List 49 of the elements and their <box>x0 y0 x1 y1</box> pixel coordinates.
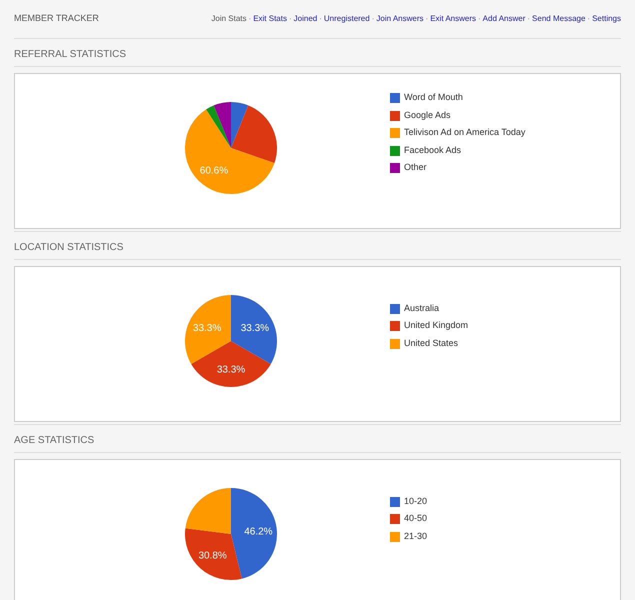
legend-swatch <box>390 338 400 348</box>
legend-swatch <box>390 146 400 156</box>
legend-swatch <box>390 532 400 542</box>
slice-label: 33.3% <box>216 364 246 376</box>
legend-swatch <box>390 128 400 138</box>
legend-label: United States <box>404 336 458 350</box>
legend-label: Telivison Ad on America Today <box>404 126 526 140</box>
legend-swatch <box>390 163 400 173</box>
nav-link[interactable]: Exit Answers <box>430 13 476 25</box>
nav-link[interactable]: Join Stats <box>211 13 247 25</box>
separator-dot: · <box>477 13 482 25</box>
nav-link[interactable]: Join Answers <box>376 13 424 25</box>
slice-label: 46.2% <box>244 526 273 538</box>
legend-label: Google Ads <box>404 108 451 122</box>
separator-dot: · <box>526 13 532 25</box>
legend-label: United Kingdom <box>404 319 468 332</box>
separator-dot: · <box>370 13 376 25</box>
legend-label: Facebook Ads <box>404 144 462 157</box>
legend-label: Other <box>404 161 427 174</box>
separator-dot: · <box>318 13 323 25</box>
nav-link[interactable]: Send Message <box>532 13 586 25</box>
section-title: REFERRAL STATISTICS <box>14 49 126 60</box>
nav-link[interactable]: Exit Stats <box>253 13 287 25</box>
section-title: LOCATION STATISTICS <box>14 242 124 253</box>
nav-link[interactable]: Add Answer <box>482 13 526 25</box>
legend-swatch <box>390 110 400 120</box>
legend-swatch <box>390 514 400 524</box>
section-title: AGE STATISTICS <box>14 435 94 446</box>
legend-label: Word of Mouth <box>404 91 463 104</box>
separator-dot: · <box>586 13 592 25</box>
slice-label: 60.6% <box>200 166 228 177</box>
slice-label: 33.3% <box>240 323 270 334</box>
legend-label: 21-30 <box>404 530 428 543</box>
slice-label: 30.8% <box>198 550 227 562</box>
legend-swatch <box>390 496 400 506</box>
legend-swatch <box>390 304 400 314</box>
separator-dot: · <box>424 13 430 25</box>
nav-link[interactable]: Joined <box>294 13 318 25</box>
legend-swatch <box>390 321 400 331</box>
legend-label: 40-50 <box>404 512 428 526</box>
separator-dot: · <box>288 13 293 25</box>
legend-label: 10-20 <box>404 494 428 508</box>
app-title: MEMBER TRACKER <box>14 12 99 26</box>
slice-label: 33.3% <box>192 323 222 334</box>
nav-link[interactable]: Settings <box>592 13 621 25</box>
legend-label: Australia <box>404 302 440 315</box>
separator-dot: · <box>248 13 252 25</box>
nav-link[interactable]: Unregistered <box>324 13 370 25</box>
legend-swatch <box>390 93 400 103</box>
